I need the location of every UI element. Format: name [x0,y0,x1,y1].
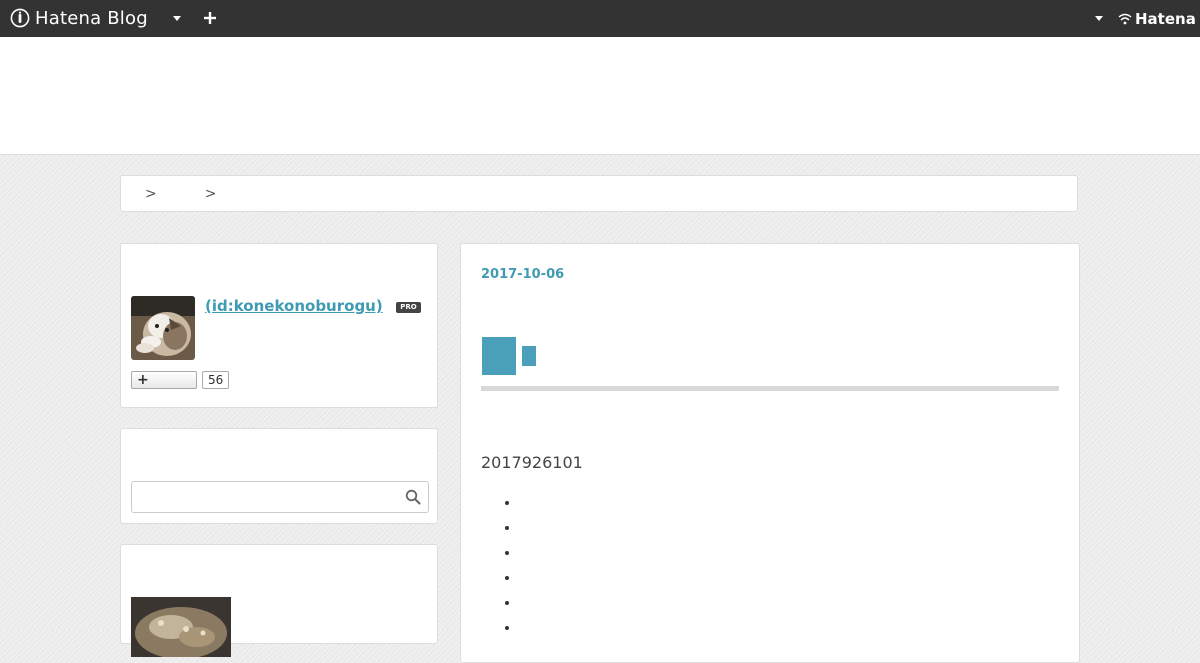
list-item [520,494,556,519]
list-item [520,519,556,544]
list-item-link[interactable] [520,594,522,609]
search-box [131,481,429,513]
breadcrumb-separator: > [204,185,217,202]
blog-menu-dropdown[interactable] [170,10,184,26]
list-item-link[interactable] [520,569,522,584]
hatena-logo[interactable]: Hatena [1118,9,1196,29]
entry-body-text: 2017926101 [481,453,583,472]
pro-badge: PRO [396,302,421,313]
hatena-blog-logo-text: Hatena Blog [35,7,148,29]
hatena-logo-icon [1118,13,1132,25]
blog-header [0,37,1200,155]
entry-article: 2017-10-06 2017926101 [460,243,1080,663]
new-post-button[interactable] [201,9,219,27]
search-icon[interactable] [405,489,421,505]
kitten-avatar-image [131,296,195,360]
caret-down-icon [173,15,181,21]
avatar[interactable] [131,296,195,360]
profile-id-link[interactable]: (id:konekonoburogu) [205,297,383,315]
sidebar-recent-entries-module [120,544,438,657]
breadcrumb-category-link[interactable] [166,185,196,203]
breadcrumb: > > [120,175,1078,212]
caret-down-icon [1095,15,1103,21]
list-item-link[interactable] [520,519,522,534]
entry-thumbnail-image [131,597,231,657]
entry-title-link-short[interactable] [522,346,536,366]
list-item-link[interactable] [520,494,556,509]
entry-list [481,494,556,644]
plus-icon: + [137,372,149,388]
list-item-link[interactable] [520,544,522,559]
sidebar-profile-module: (id:konekonoburogu) PRO + 56 [120,243,438,408]
subscribe-button[interactable]: + [131,371,197,389]
breadcrumb-separator: > [145,185,157,202]
breadcrumb-home-link[interactable] [132,185,136,203]
list-item [520,619,556,644]
hatena-blog-logo-icon [10,8,30,28]
reader-count-badge: 56 [202,371,230,389]
hatena-logo-text: Hatena [1135,10,1196,28]
list-item [520,544,556,569]
user-menu-dropdown[interactable] [1092,10,1106,26]
hatena-blog-logo[interactable]: Hatena Blog [10,6,148,30]
title-divider [481,386,1059,391]
entry-title-link[interactable] [482,337,516,375]
list-item [520,594,556,619]
entry-date-link[interactable]: 2017-10-06 [481,267,564,282]
recent-entry-thumbnail[interactable] [131,597,231,657]
search-input[interactable] [138,482,402,512]
list-item-link[interactable] [520,619,522,634]
plus-icon [204,12,216,24]
list-item [520,569,556,594]
global-header: Hatena Blog Hatena [0,0,1200,37]
sidebar-search-module [120,428,438,524]
